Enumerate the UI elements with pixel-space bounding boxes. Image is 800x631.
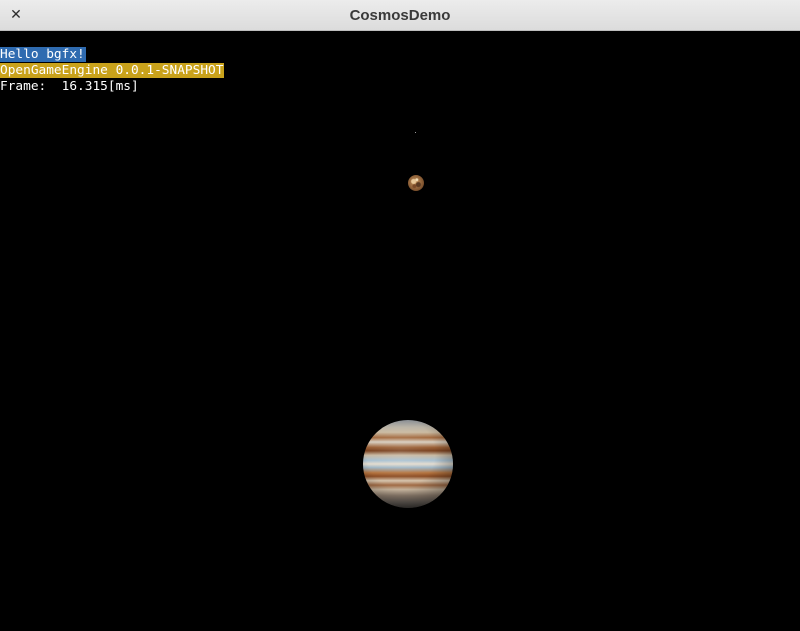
distant-star <box>415 132 416 133</box>
app-window: ✕ CosmosDemo Hello bgfx! OpenGameEngine … <box>0 0 800 631</box>
moon-sphere <box>408 175 424 191</box>
jupiter-planet <box>363 420 453 508</box>
window-title: CosmosDemo <box>349 7 451 24</box>
debug-line-engine-version: OpenGameEngine 0.0.1-SNAPSHOT <box>0 63 225 78</box>
title-bar[interactable]: ✕ CosmosDemo <box>0 0 800 31</box>
render-viewport[interactable]: Hello bgfx! OpenGameEngine 0.0.1-SNAPSHO… <box>0 31 800 631</box>
debug-line-frame-time: Frame: 16.315[ms] <box>0 79 139 94</box>
debug-line-greeting: Hello bgfx! <box>0 47 86 62</box>
